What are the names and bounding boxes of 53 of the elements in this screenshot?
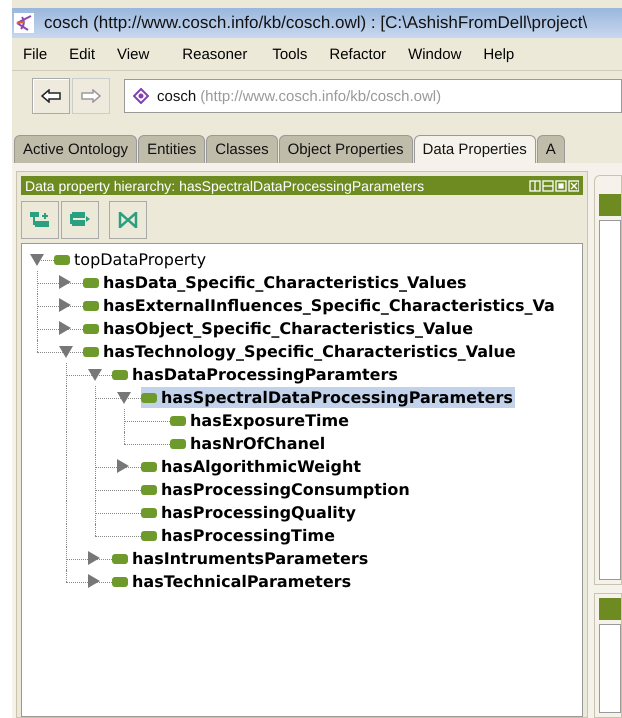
tree-item[interactable]: hasProcessingQuality bbox=[141, 502, 358, 523]
expand-toggle-icon[interactable] bbox=[59, 321, 71, 335]
expand-toggle-icon[interactable] bbox=[59, 275, 71, 289]
tab[interactable]: Classes bbox=[206, 135, 278, 163]
back-button[interactable] bbox=[32, 78, 70, 114]
ontology-iri: (http://www.cosch.info/kb/cosch.owl) bbox=[200, 88, 442, 104]
menu-item[interactable]: Help bbox=[472, 46, 526, 62]
tree-item[interactable]: hasSpectralDataProcessingParameters bbox=[141, 387, 515, 408]
delete-icon bbox=[117, 210, 139, 230]
ontology-name: cosch bbox=[157, 88, 196, 104]
tree-item[interactable]: hasData_Specific_Characteristics_Values bbox=[83, 272, 469, 293]
expand-toggle-icon[interactable] bbox=[59, 298, 71, 312]
window-controls-icon[interactable] bbox=[529, 180, 579, 192]
tree-item[interactable]: hasIntrumentsParameters bbox=[112, 548, 370, 569]
expand-toggle-icon[interactable] bbox=[88, 551, 100, 565]
add-sibling-button[interactable] bbox=[61, 201, 99, 239]
menu-item[interactable]: Refactor bbox=[318, 46, 398, 62]
panel-title: Data property hierarchy: hasSpectralDataProcessingParameters bbox=[25, 178, 424, 194]
left-arrow-icon bbox=[41, 89, 61, 103]
panel-header bbox=[599, 598, 621, 620]
tree-item[interactable]: topDataProperty bbox=[54, 249, 208, 270]
tree-item[interactable]: hasProcessingConsumption bbox=[141, 479, 412, 500]
window-title: cosch (http://www.cosch.info/kb/cosch.owl) : [C:\AshishFromDell\project\ bbox=[44, 13, 588, 33]
tree-item[interactable]: hasTechnicalParameters bbox=[112, 571, 354, 592]
tree-item[interactable]: hasExternalInfluences_Specific_Characteristics_Va bbox=[83, 295, 557, 316]
ontology-icon bbox=[133, 88, 149, 104]
right-arrow-icon bbox=[81, 89, 101, 103]
tab[interactable]: Active Ontology bbox=[14, 135, 138, 163]
app-logo-icon bbox=[14, 13, 34, 33]
tab[interactable]: Entities bbox=[138, 135, 206, 163]
tab[interactable]: Object Properties bbox=[278, 135, 413, 163]
tab[interactable]: A bbox=[536, 135, 565, 163]
delete-button[interactable] bbox=[109, 201, 147, 239]
tree-item[interactable]: hasAlgorithmicWeight bbox=[141, 456, 363, 477]
panel-header bbox=[599, 194, 621, 216]
menu-item[interactable]: Window bbox=[397, 46, 472, 62]
menu-item[interactable]: File bbox=[12, 46, 58, 62]
tree-item[interactable]: hasDataProcessingParamters bbox=[112, 364, 400, 385]
expand-toggle-icon[interactable] bbox=[117, 459, 129, 473]
menu-item[interactable]: Edit bbox=[58, 46, 106, 62]
tree-item[interactable]: hasProcessingTime bbox=[141, 525, 337, 546]
add-child-icon bbox=[29, 210, 51, 230]
ontology-address-field[interactable]: cosch (http://www.cosch.info/kb/cosch.owl) bbox=[124, 79, 622, 113]
menu-item[interactable]: Reasoner bbox=[160, 46, 262, 62]
tree-item[interactable]: hasObject_Specific_Characteristics_Value bbox=[83, 318, 476, 339]
tree-item[interactable]: hasNrOfChanel bbox=[170, 433, 328, 454]
menu-item[interactable]: Tools bbox=[261, 46, 318, 62]
expand-toggle-icon[interactable] bbox=[88, 574, 100, 588]
menu-item[interactable]: View bbox=[106, 46, 160, 62]
tab[interactable]: Data Properties bbox=[414, 135, 536, 163]
tree-item[interactable]: hasTechnology_Specific_Characteristics_Value bbox=[83, 341, 518, 362]
add-subproperty-button[interactable] bbox=[21, 201, 59, 239]
tree-item[interactable]: hasExposureTime bbox=[170, 410, 351, 431]
